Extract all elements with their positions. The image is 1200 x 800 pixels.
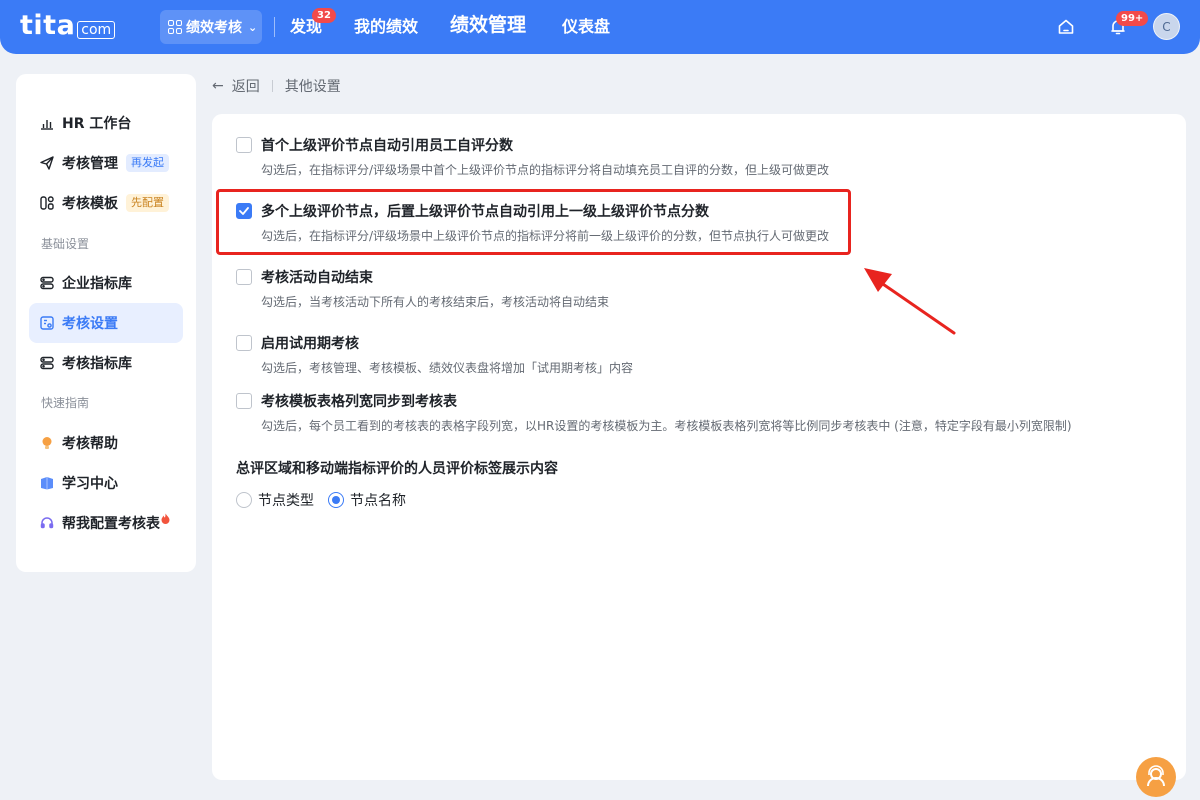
tita-logo[interactable]: tita com (20, 10, 116, 44)
nav-dashboard[interactable]: 仪表盘 (562, 17, 610, 37)
book-icon (40, 476, 54, 490)
label-display-section-title: 总评区域和移动端指标评价的人员评价标签展示内容 (236, 461, 558, 477)
library-icon (40, 276, 54, 290)
option-title: 首个上级评价节点自动引用员工自评分数 (261, 138, 513, 154)
radio-label: 节点类型 (258, 493, 314, 509)
option-sync-column-width: 考核模板表格列宽同步到考核表 勾选后，每个员工看到的考核表的表格字段列宽，以HR… (236, 391, 1156, 434)
option-auto-end-activity: 考核活动自动结束 勾选后，当考核活动下所有人的考核结束后，考核活动将自动结束 (236, 267, 1156, 310)
checkbox[interactable] (236, 269, 252, 285)
label-display-radio-group: 节点类型 节点名称 (236, 490, 406, 510)
customer-service-button[interactable] (1136, 757, 1176, 797)
annotation-arrow-icon (864, 268, 956, 335)
sidebar-item-label: 考核设置 (62, 316, 118, 332)
checkbox[interactable] (236, 137, 252, 153)
nav-performance-management[interactable]: 绩效管理 (450, 15, 526, 35)
module-switcher[interactable]: 绩效考核 ⌄ (160, 10, 262, 44)
option-title: 考核活动自动结束 (261, 270, 373, 286)
sidebar-item-assessment-indicator-library[interactable]: 考核指标库 (29, 343, 183, 383)
option-probation-assessment: 启用试用期考核 勾选后，考核管理、考核模板、绩效仪表盘将增加「试用期考核」内容 (236, 333, 1156, 376)
nav-performance-management-label: 绩效管理 (450, 14, 527, 36)
customer-service-icon (1147, 765, 1165, 787)
radio-button-selected[interactable] (328, 492, 344, 508)
bulb-icon (40, 436, 54, 450)
arrow-left-icon[interactable]: ← (212, 78, 224, 94)
sidebar-item-label: 考核帮助 (62, 436, 118, 452)
nav-my-performance-label: 我的绩效 (354, 17, 419, 36)
notification-badge: 99+ (1116, 11, 1149, 26)
sidebar-item-label: 帮我配置考核表 (62, 516, 160, 532)
section-quick-guide: 快速指南 (41, 396, 90, 410)
sidebar-item-help-configure[interactable]: 帮我配置考核表 (29, 503, 183, 543)
sidebar-item-label: 考核管理 (62, 156, 118, 172)
top-navbar: tita com 绩效考核 ⌄ 发现 32 我的绩效 绩效管理 仪表盘 99+ … (0, 0, 1200, 54)
headset-icon (40, 516, 54, 530)
sidebar-item-assessment-management[interactable]: 考核管理 再发起 (29, 143, 183, 183)
sidebar-item-hr-workbench[interactable]: HR 工作台 (29, 103, 183, 143)
avatar-initial: C (1162, 19, 1171, 34)
template-icon (40, 196, 54, 210)
sidebar-item-label: 考核指标库 (62, 356, 132, 372)
chevron-down-icon: ⌄ (248, 20, 258, 34)
breadcrumb: ← 返回 其他设置 (212, 76, 341, 96)
flame-icon (161, 513, 170, 524)
radio-node-type[interactable]: 节点类型 (236, 490, 314, 510)
option-description: 勾选后，考核管理、考核模板、绩效仪表盘将增加「试用期考核」内容 (261, 361, 634, 375)
bar-chart-icon (40, 116, 54, 130)
checkbox[interactable] (236, 335, 252, 351)
user-avatar[interactable]: C (1153, 13, 1180, 40)
sidebar-item-label: 考核模板 (62, 196, 118, 212)
send-icon (40, 156, 54, 170)
discover-count-badge: 32 (312, 8, 336, 23)
option-description: 勾选后，当考核活动下所有人的考核结束后，考核活动将自动结束 (261, 295, 610, 309)
sidebar-item-label: HR 工作台 (62, 116, 132, 132)
nav-my-performance[interactable]: 我的绩效 (354, 17, 418, 37)
module-switcher-label: 绩效考核 (186, 20, 242, 36)
sidebar-item-label: 学习中心 (62, 476, 118, 492)
logo-suffix: com (77, 21, 116, 39)
option-auto-reference-self-score: 首个上级评价节点自动引用员工自评分数 勾选后，在指标评分/评级场景中首个上级评价… (236, 135, 1156, 178)
annotation-highlight-box (216, 189, 851, 255)
sidebar-item-assessment-help[interactable]: 考核帮助 (29, 423, 183, 463)
apps-grid-icon (168, 20, 182, 34)
radio-node-name[interactable]: 节点名称 (328, 490, 406, 510)
settings-doc-icon (40, 316, 54, 330)
section-basic-settings: 基础设置 (41, 237, 90, 251)
sidebar-item-assessment-settings[interactable]: 考核设置 (29, 303, 183, 343)
sidebar-item-learning-center[interactable]: 学习中心 (29, 463, 183, 503)
relaunch-tag: 再发起 (126, 154, 169, 172)
configure-first-tag: 先配置 (126, 194, 169, 212)
breadcrumb-current: 其他设置 (284, 79, 341, 95)
sidebar: HR 工作台 考核管理 再发起 考核模板 先配置 基础设置 企业指标库 考核设置… (16, 74, 196, 572)
breadcrumb-divider (271, 80, 273, 92)
sidebar-item-label: 企业指标库 (62, 276, 132, 292)
sidebar-item-enterprise-indicator-library[interactable]: 企业指标库 (29, 263, 183, 303)
nav-dashboard-label: 仪表盘 (562, 17, 611, 36)
checkbox[interactable] (236, 393, 252, 409)
option-title: 考核模板表格列宽同步到考核表 (261, 394, 457, 410)
radio-button[interactable] (236, 492, 252, 508)
radio-label: 节点名称 (350, 493, 406, 509)
nav-divider (274, 17, 275, 37)
home-icon[interactable] (1055, 16, 1077, 38)
option-description: 勾选后，每个员工看到的考核表的表格字段列宽，以HR设置的考核模板为主。考核模板表… (261, 419, 1072, 433)
sidebar-item-assessment-template[interactable]: 考核模板 先配置 (29, 183, 183, 223)
option-description: 勾选后，在指标评分/评级场景中首个上级评价节点的指标评分将自动填充员工自评的分数… (261, 163, 830, 177)
library-icon (40, 356, 54, 370)
logo-text: tita (20, 10, 76, 41)
back-link[interactable]: 返回 (232, 76, 260, 96)
option-title: 启用试用期考核 (261, 336, 359, 352)
